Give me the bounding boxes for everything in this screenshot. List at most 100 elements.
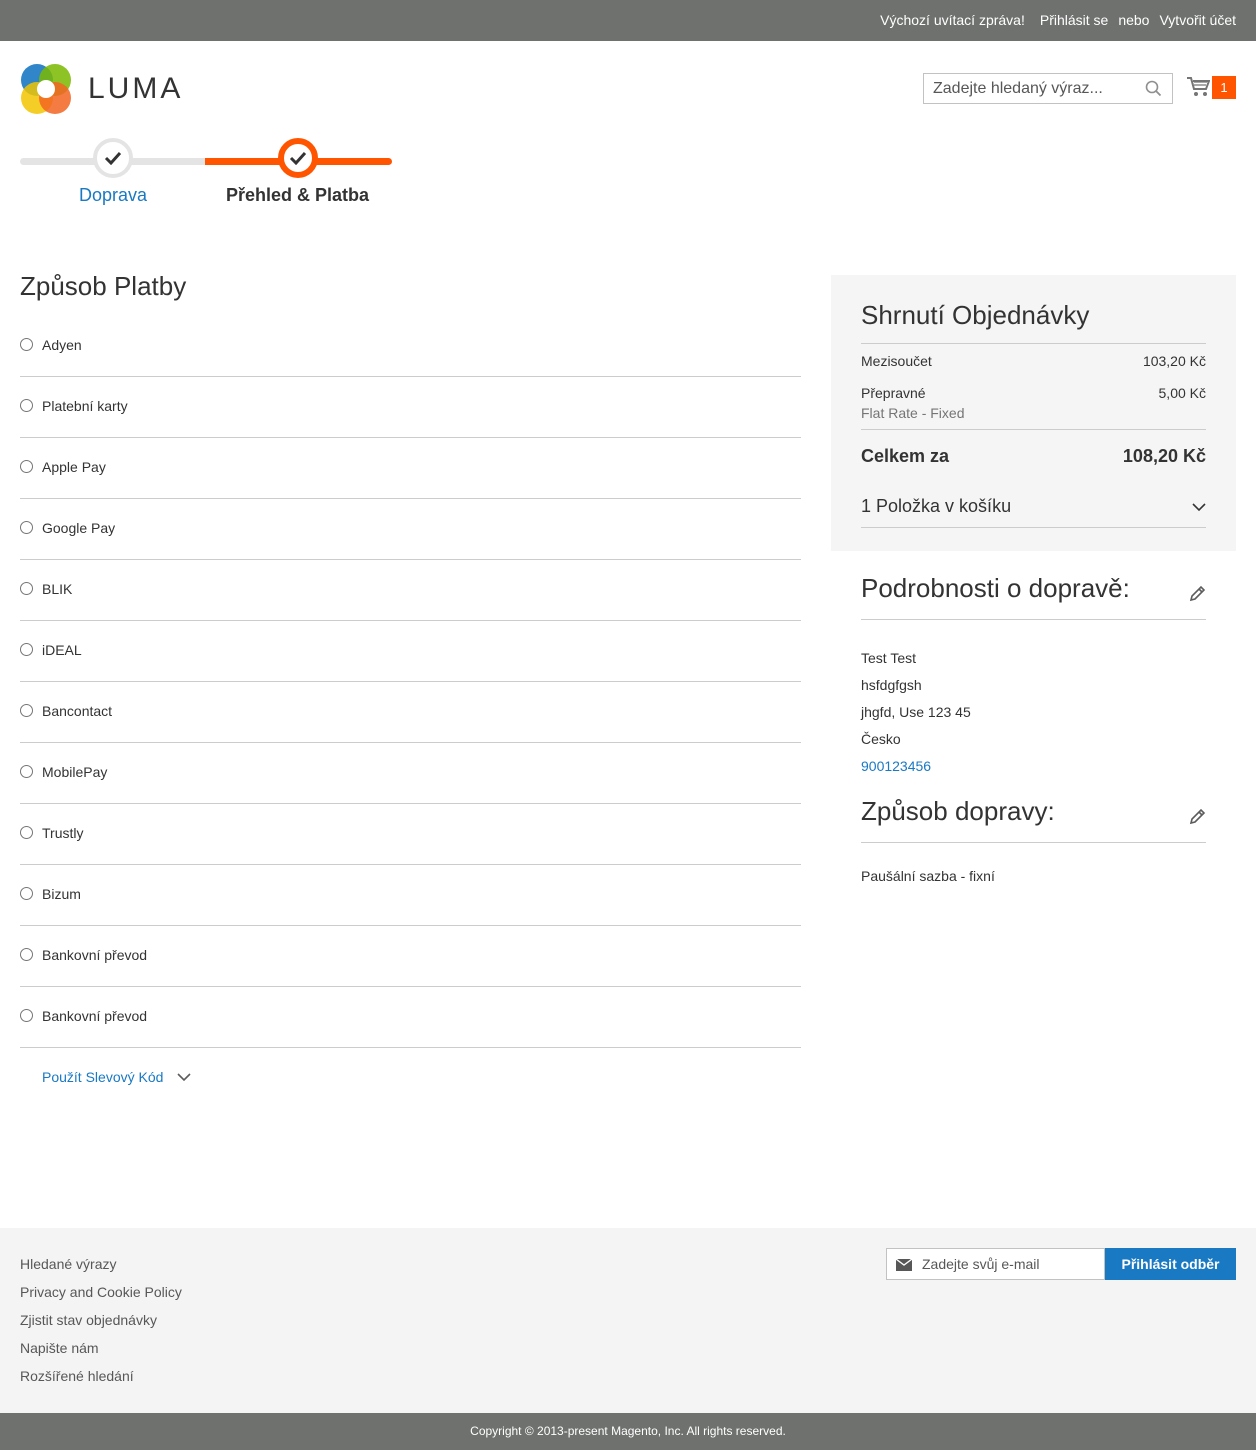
payment-method-bank-transfer[interactable]: Bankovní převod	[20, 926, 801, 987]
radio-button[interactable]	[20, 948, 33, 961]
radio-button[interactable]	[20, 582, 33, 595]
shipping-method-block: Způsob dopravy: Paušální sazba - fixní	[861, 796, 1206, 884]
radio-button[interactable]	[20, 643, 33, 656]
subtotal-label: Mezisoučet	[861, 353, 932, 369]
payment-method-ideal[interactable]: iDEAL	[20, 621, 801, 682]
payment-method-trustly[interactable]: Trustly	[20, 804, 801, 865]
address-name: Test Test	[861, 650, 916, 666]
summary-title: Shrnutí Objednávky	[861, 300, 1206, 344]
footer-links: Hledané výrazy Privacy and Cookie Policy…	[20, 1250, 182, 1390]
header-links: Výchozí uvítací zpráva! Přihlásit se neb…	[880, 12, 1236, 28]
shipping-label: Přepravné	[861, 385, 926, 401]
payment-method-mobilepay[interactable]: MobilePay	[20, 743, 801, 804]
search-box	[923, 73, 1173, 104]
grand-total-row: Celkem za 108,20 Kč	[861, 446, 1206, 467]
or-separator: nebo	[1118, 12, 1150, 28]
radio-button[interactable]	[20, 521, 33, 534]
payment-method-cards[interactable]: Platební karty	[20, 377, 801, 438]
subtotal-row: Mezisoučet 103,20 Kč	[861, 353, 1206, 369]
step-payment-label: Přehled & Platba	[226, 185, 370, 205]
edit-shipping-address-button[interactable]	[1189, 585, 1206, 607]
radio-button[interactable]	[20, 826, 33, 839]
edit-shipping-method-button[interactable]	[1189, 808, 1206, 830]
payment-method-label: BLIK	[42, 581, 73, 597]
radio-button[interactable]	[20, 1009, 33, 1022]
radio-button[interactable]	[20, 399, 33, 412]
shipping-method-note: Flat Rate - Fixed	[861, 405, 1206, 430]
checkout-progress: Doprava Přehled & Platba	[20, 137, 392, 217]
payment-method-label: Platební karty	[42, 398, 128, 414]
shipping-value: 5,00 Kč	[1158, 385, 1206, 401]
payment-method-label: Google Pay	[42, 520, 116, 536]
newsletter-field	[886, 1248, 1105, 1280]
step-payment-circle	[278, 138, 318, 178]
order-summary: Shrnutí Objednávky Mezisoučet 103,20 Kč …	[831, 275, 1236, 551]
payment-method-label: Bankovní převod	[42, 947, 148, 963]
ship-via-header: Způsob dopravy:	[861, 796, 1206, 843]
chevron-down-icon	[177, 1072, 191, 1081]
search-input[interactable]	[924, 74, 1129, 103]
payment-title: Způsob Platby	[20, 271, 187, 301]
footer-link-orders-returns[interactable]: Zjistit stav objednávky	[20, 1306, 182, 1334]
luma-logo-icon	[21, 64, 71, 114]
radio-button[interactable]	[20, 704, 33, 717]
sign-in-link[interactable]: Přihlásit se	[1040, 12, 1108, 28]
payment-method-google-pay[interactable]: Google Pay	[20, 499, 801, 560]
minicart-button[interactable]: 1	[1186, 75, 1236, 101]
payment-method-apple-pay[interactable]: Apple Pay	[20, 438, 801, 499]
footer-link-search-terms[interactable]: Hledané výrazy	[20, 1250, 182, 1278]
footer-link-advanced-search[interactable]: Rozšířené hledání	[20, 1362, 182, 1390]
shipping-address: Test Test hsfdgfgsh jhgfd, Use 123 45 Če…	[861, 645, 1206, 780]
radio-button[interactable]	[20, 765, 33, 778]
newsletter-email-input[interactable]	[922, 1249, 1102, 1279]
welcome-message: Výchozí uvítací zpráva!	[880, 12, 1025, 28]
address-phone-link[interactable]: 900123456	[861, 753, 1206, 780]
top-bar: Výchozí uvítací zpráva! Přihlásit se neb…	[0, 0, 1256, 41]
radio-button[interactable]	[20, 338, 33, 351]
payment-method-label: iDEAL	[42, 642, 82, 658]
envelope-icon	[895, 1258, 913, 1276]
radio-button[interactable]	[20, 460, 33, 473]
payment-method-bizum[interactable]: Bizum	[20, 865, 801, 926]
payment-method-blik[interactable]: BLIK	[20, 560, 801, 621]
subtotal-value: 103,20 Kč	[1142, 353, 1206, 369]
cart-count-badge: 1	[1212, 76, 1236, 99]
shipping-information: Podrobnosti o dopravě: Test Test hsfdgfg…	[861, 573, 1206, 780]
checkmark-icon	[289, 151, 307, 165]
payment-method-label: Bizum	[42, 886, 81, 902]
footer-link-contact[interactable]: Napište nám	[20, 1334, 182, 1362]
search-icon[interactable]	[1145, 80, 1162, 102]
address-city: jhgfd, Use 123 45	[861, 704, 971, 720]
ship-to-header: Podrobnosti o dopravě:	[861, 573, 1206, 620]
luma-logo[interactable]: LUMA	[20, 62, 190, 116]
create-account-link[interactable]: Vytvořit účet	[1159, 12, 1236, 28]
copyright: Copyright © 2013-present Magento, Inc. A…	[0, 1413, 1256, 1450]
checkmark-icon	[104, 151, 122, 165]
subscribe-button[interactable]: Přihlásit odběr	[1105, 1248, 1236, 1280]
payment-method-bancontact[interactable]: Bancontact	[20, 682, 801, 743]
items-in-cart-toggle[interactable]: 1 Položka v košíku	[861, 496, 1206, 528]
newsletter-form: Přihlásit odběr	[886, 1248, 1236, 1280]
apply-discount-toggle[interactable]: Použít Slevový Kód	[42, 1069, 191, 1085]
pencil-icon	[1189, 808, 1206, 825]
payment-method-label: Bancontact	[42, 703, 113, 719]
address-street: hsfdgfgsh	[861, 677, 922, 693]
payment-method-label: Trustly	[42, 825, 84, 841]
footer-link-privacy[interactable]: Privacy and Cookie Policy	[20, 1278, 182, 1306]
payment-method-label: Apple Pay	[42, 459, 106, 475]
grand-total-value: 108,20 Kč	[1122, 446, 1206, 466]
payment-method-label: MobilePay	[42, 764, 108, 780]
payment-method-adyen[interactable]: Adyen	[20, 316, 801, 377]
shipping-method-value: Paušální sazba - fixní	[861, 868, 995, 884]
items-in-cart-label: 1 Položka v košíku	[861, 496, 1012, 516]
cart-icon	[1186, 76, 1211, 103]
radio-button[interactable]	[20, 887, 33, 900]
payment-method-label: Adyen	[42, 337, 82, 353]
step-shipping-link[interactable]: Doprava	[79, 185, 147, 206]
step-shipping-circle	[93, 138, 133, 178]
shipping-row: Přepravné 5,00 Kč	[861, 385, 1206, 401]
logo-wordmark: LUMA	[88, 72, 184, 105]
chevron-down-icon	[1192, 503, 1206, 512]
ship-via-title: Způsob dopravy:	[861, 796, 1055, 826]
payment-method-bank-transfer-2[interactable]: Bankovní převod	[20, 987, 801, 1048]
